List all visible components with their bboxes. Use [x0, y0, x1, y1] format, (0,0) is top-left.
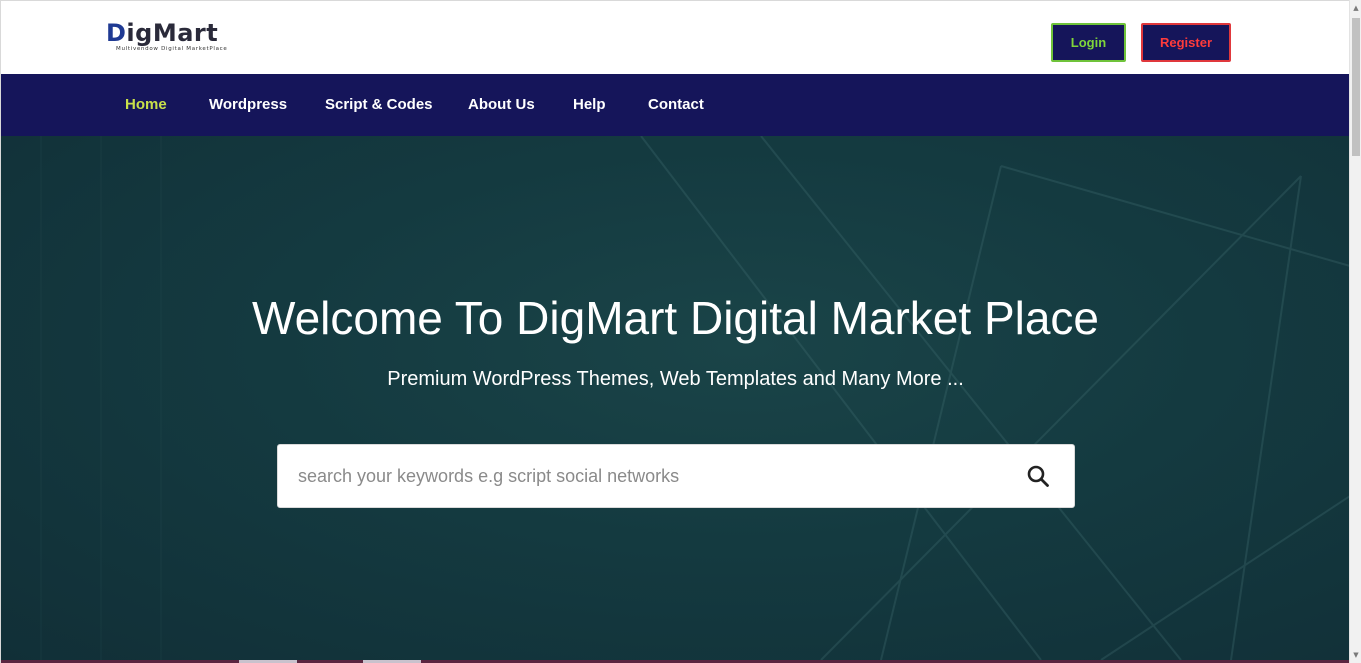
nav-item-wordpress[interactable]: Wordpress: [209, 74, 287, 136]
scroll-down-icon[interactable]: ▼: [1350, 648, 1361, 662]
login-button[interactable]: Login: [1051, 23, 1126, 62]
logo-tagline: Multivendow Digital MarketPlace: [116, 46, 228, 52]
search-icon[interactable]: [1026, 464, 1050, 488]
logo-wordmark: DigMart: [106, 19, 246, 47]
site-logo[interactable]: DigMart Multivendow Digital MarketPlace: [106, 19, 246, 57]
search-input[interactable]: [278, 445, 1008, 507]
hero-background-pattern: [40, 136, 1349, 660]
hero-title: Welcome To DigMart Digital Market Place: [251, 292, 1100, 344]
search-bar: [277, 444, 1075, 508]
scrollbar-thumb[interactable]: [1352, 18, 1360, 156]
nav-item-about-us[interactable]: About Us: [468, 74, 535, 136]
vertical-scrollbar[interactable]: ▲ ▼: [1349, 0, 1361, 663]
register-button[interactable]: Register: [1141, 23, 1231, 62]
logo-letters: igMart: [126, 19, 219, 47]
nav-item-home[interactable]: Home: [125, 74, 167, 136]
hero-subtitle: Premium WordPress Themes, Web Templates …: [387, 368, 964, 390]
top-header: DigMart Multivendow Digital MarketPlace …: [1, 1, 1349, 74]
nav-item-script-codes[interactable]: Script & Codes: [325, 74, 433, 136]
scroll-up-icon[interactable]: ▲: [1350, 1, 1361, 15]
nav-item-help[interactable]: Help: [573, 74, 606, 136]
hero-section: Welcome To DigMart Digital Market Place …: [1, 136, 1349, 660]
main-nav: Home Wordpress Script & Codes About Us H…: [1, 74, 1349, 136]
logo-letter-d: D: [106, 19, 127, 47]
nav-item-contact[interactable]: Contact: [648, 74, 704, 136]
browser-viewport: DigMart Multivendow Digital MarketPlace …: [0, 0, 1349, 663]
